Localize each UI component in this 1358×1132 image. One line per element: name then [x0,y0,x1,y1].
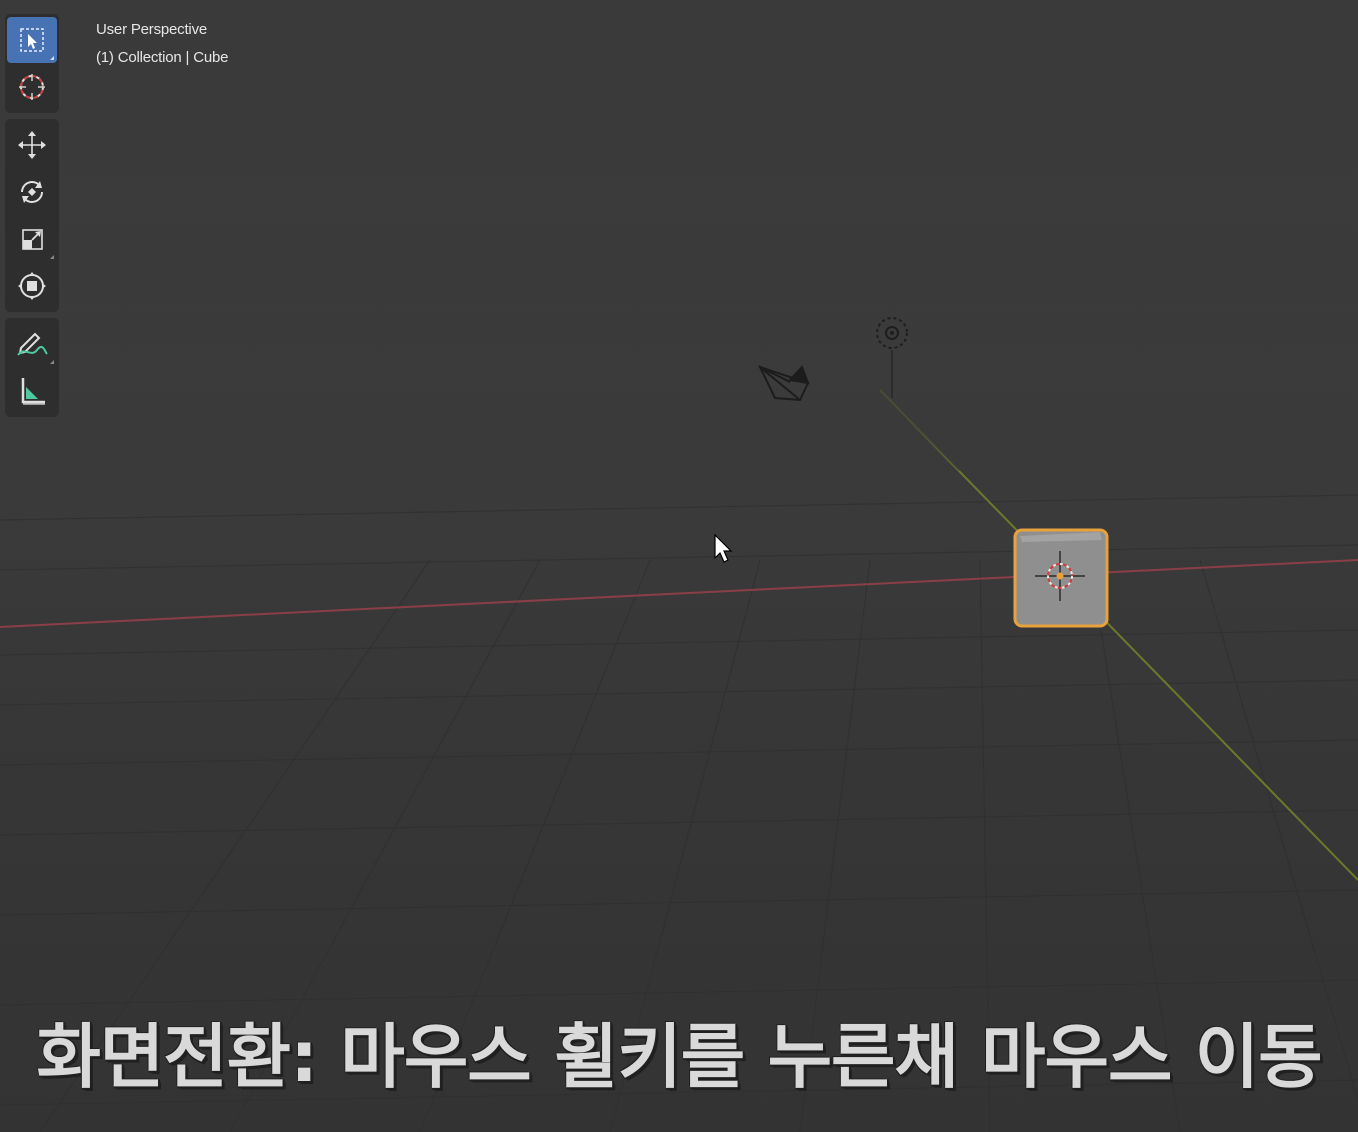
active-collection-label: (1) Collection | Cube [96,49,229,66]
tool-group-annotate [5,318,59,417]
move-tool-button[interactable] [7,122,57,168]
scene-canvas[interactable] [0,0,1358,1132]
annotate-tool-button[interactable] [7,321,57,367]
rotate-tool-button[interactable] [7,169,57,215]
x-axis-line [0,559,1358,628]
tool-group-select [5,14,59,113]
tool-group-transform [5,119,59,312]
scale-tool-button[interactable] [7,216,57,262]
cursor-3d-icon [19,74,45,100]
measure-tool-button[interactable] [7,368,57,414]
horizon-fade [0,0,1358,520]
select-box-icon [20,28,44,52]
transform-icon [18,272,46,300]
video-subtitle: 화면전환: 마우스 휠키를 누른채 마우스 이동 [36,1016,1322,1098]
measure-icon [21,378,45,405]
cursor-tool-button[interactable] [7,64,57,110]
rotate-icon [21,181,43,203]
mouse-pointer-icon [714,533,733,563]
select-box-tool-button[interactable] [7,17,57,63]
scale-icon [22,229,43,250]
3d-viewport[interactable]: User Perspective (1) Collection | Cube 화… [0,0,1358,1132]
move-icon [18,131,46,159]
tool-shelf [5,14,59,423]
view-perspective-label: User Perspective [96,21,208,38]
annotate-icon [17,332,48,356]
selected-cube-object[interactable] [1013,528,1109,628]
viewport-info: User Perspective (1) Collection | Cube [96,16,228,72]
transform-tool-button[interactable] [7,263,57,309]
